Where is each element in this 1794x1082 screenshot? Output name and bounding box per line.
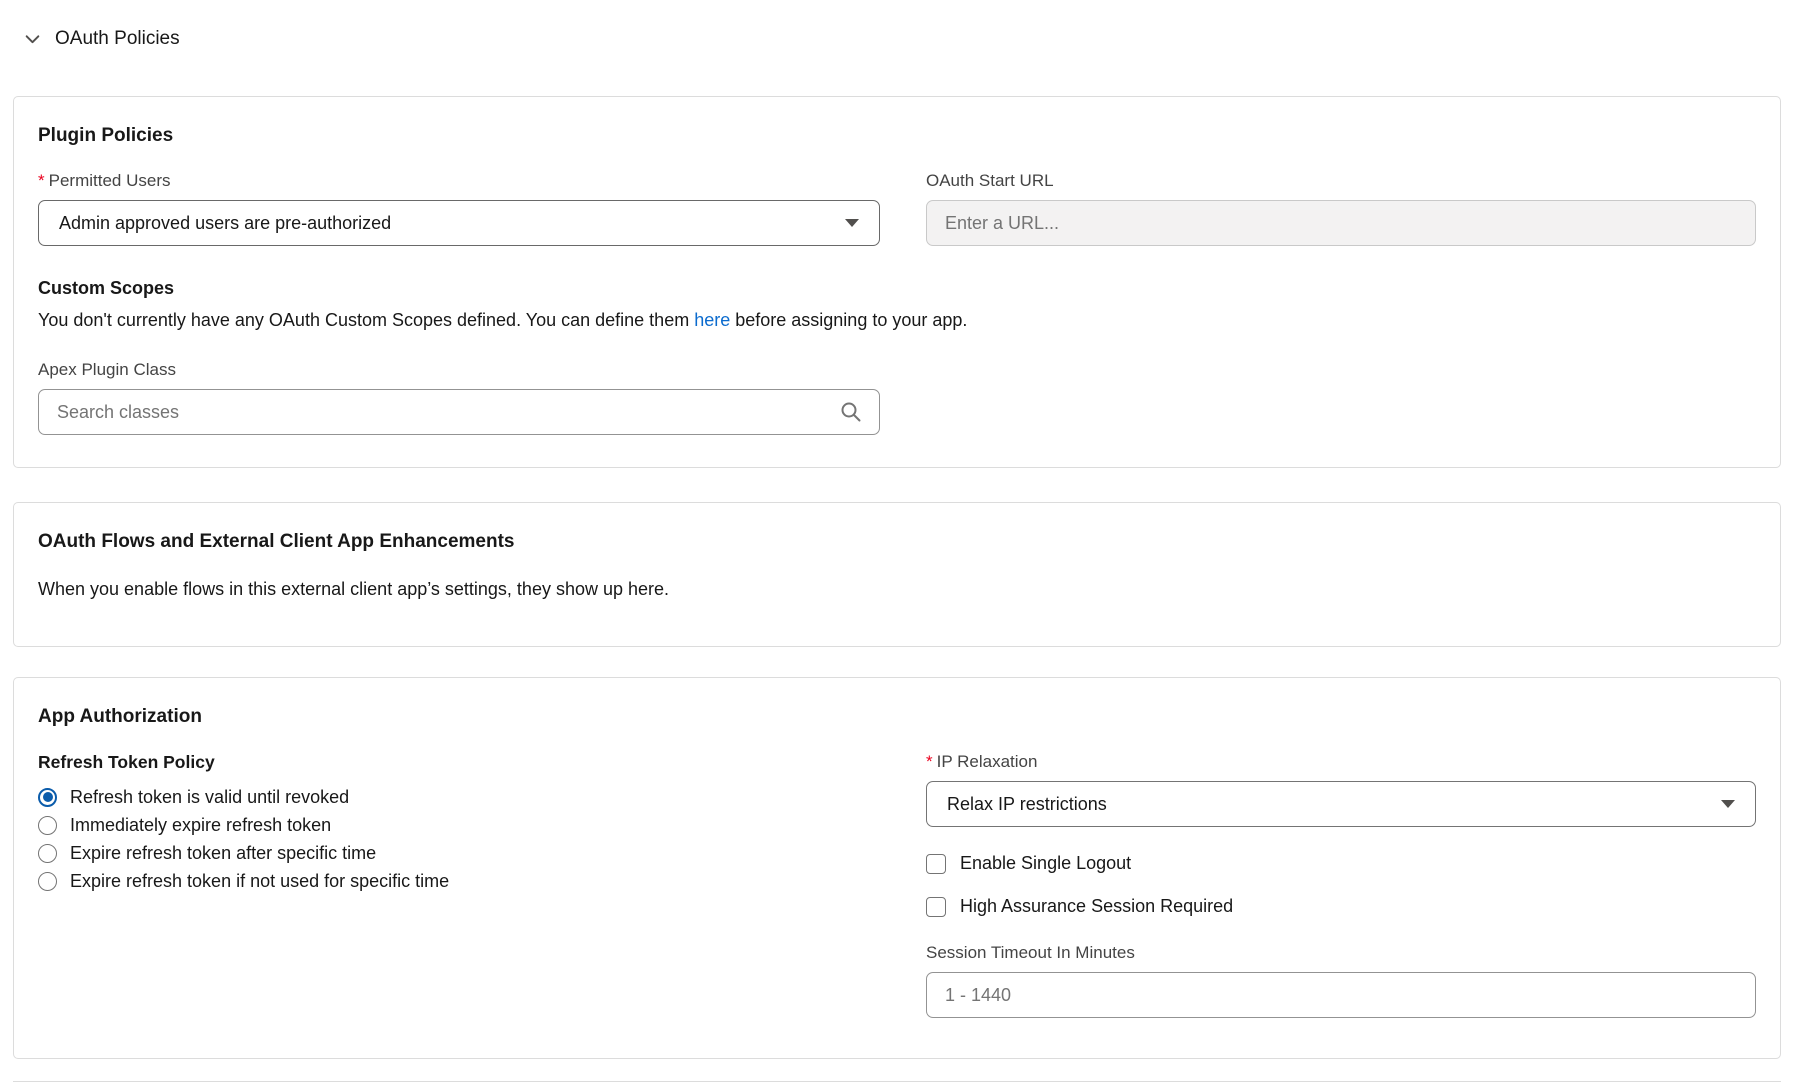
radio-option-immediately-expire[interactable]: Immediately expire refresh token [38,811,880,839]
checkbox-label: Enable Single Logout [960,853,1131,874]
app-authorization-title: App Authorization [38,706,1756,728]
radio-option-label: Refresh token is valid until revoked [70,787,349,808]
oauth-flows-title: OAuth Flows and External Client App Enha… [38,531,1756,553]
radio-option-valid-until-revoked[interactable]: Refresh token is valid until revoked [38,783,880,811]
permitted-users-selected-value: Admin approved users are pre-authorized [59,213,391,234]
oauth-flows-description: When you enable flows in this external c… [38,577,1756,602]
session-timeout-input[interactable] [926,972,1756,1018]
custom-scopes-title: Custom Scopes [38,278,1756,299]
required-asterisk: * [926,752,933,771]
ip-relaxation-select[interactable]: Relax IP restrictions [926,781,1756,827]
required-asterisk: * [38,171,45,190]
apex-plugin-class-label: Apex Plugin Class [38,360,880,380]
ip-relaxation-label: *IP Relaxation [926,752,1756,772]
session-timeout-label: Session Timeout In Minutes [926,943,1756,963]
radio-button[interactable] [38,816,57,835]
app-authorization-card: App Authorization Refresh Token Policy R… [13,677,1781,1059]
permitted-users-label: *Permitted Users [38,171,880,191]
apex-plugin-class-search-input[interactable] [38,389,880,435]
section-title: OAuth Policies [55,28,180,50]
oauth-start-url-label: OAuth Start URL [926,171,1756,191]
permitted-users-select[interactable]: Admin approved users are pre-authorized [38,200,880,246]
refresh-token-policy-label: Refresh Token Policy [38,752,880,773]
radio-button[interactable] [38,844,57,863]
ip-relaxation-selected-value: Relax IP restrictions [947,794,1107,815]
radio-option-expire-if-unused[interactable]: Expire refresh token if not used for spe… [38,867,880,895]
plugin-policies-title: Plugin Policies [38,125,1756,147]
radio-option-expire-after-time[interactable]: Expire refresh token after specific time [38,839,880,867]
search-icon [839,400,863,424]
custom-scopes-description: You don't currently have any OAuth Custo… [38,308,1756,332]
oauth-policies-section-header[interactable]: OAuth Policies [0,0,1794,50]
refresh-token-policy-group: Refresh Token Policy Refresh token is va… [38,752,880,1018]
enable-single-logout-row[interactable]: Enable Single Logout [926,853,1756,874]
plugin-policies-card: Plugin Policies *Permitted Users Admin a… [13,96,1781,468]
oauth-start-url-input[interactable] [926,200,1756,246]
radio-option-label: Expire refresh token after specific time [70,843,376,864]
custom-scopes-here-link[interactable]: here [694,310,730,330]
radio-button[interactable] [38,872,57,891]
oauth-flows-card: OAuth Flows and External Client App Enha… [13,502,1781,647]
chevron-down-icon [845,219,859,227]
radio-option-label: Expire refresh token if not used for spe… [70,871,449,892]
apex-plugin-class-block: Apex Plugin Class [38,360,880,435]
chevron-down-icon [1721,800,1735,808]
high-assurance-session-checkbox[interactable] [926,897,946,917]
custom-scopes-block: Custom Scopes You don't currently have a… [38,278,1756,332]
enable-single-logout-checkbox[interactable] [926,854,946,874]
chevron-down-icon[interactable] [24,31,41,48]
high-assurance-session-row[interactable]: High Assurance Session Required [926,896,1756,917]
radio-option-label: Immediately expire refresh token [70,815,331,836]
checkbox-label: High Assurance Session Required [960,896,1233,917]
radio-button[interactable] [38,788,57,807]
